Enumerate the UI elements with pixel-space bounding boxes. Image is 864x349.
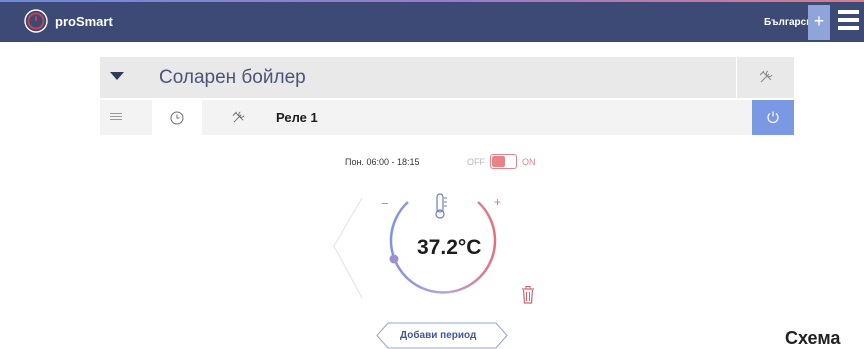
schedule-period: Пон. 06:00 - 18:15 [345, 157, 420, 167]
decrease-button: − [381, 196, 389, 211]
relay-label: Реле 1 [276, 110, 318, 125]
toggle-off-label: OFF [467, 157, 485, 167]
add-period-label: Добави период [400, 330, 477, 341]
device-settings-button[interactable] [736, 57, 794, 98]
caption: Схема [785, 328, 841, 348]
tools-icon[interactable] [231, 110, 246, 125]
device-header: Соларен бойлер [100, 57, 794, 98]
caret-down-icon[interactable] [110, 72, 124, 80]
dial-left-chevron [333, 197, 363, 299]
dial-knob [389, 254, 399, 264]
list-icon[interactable] [110, 113, 122, 122]
power-icon [767, 111, 779, 124]
schedule-toggle[interactable] [490, 154, 517, 169]
top-navigation-bar: proSmart Български + [0, 0, 864, 42]
increase-button: + [494, 195, 501, 209]
tools-icon [759, 70, 773, 83]
device-name: Соларен бойлер [159, 67, 306, 88]
brand-name: proSmart [55, 14, 113, 29]
tab-schedule[interactable] [152, 100, 202, 135]
power-ring-icon[interactable] [24, 9, 48, 33]
add-device-button[interactable]: + [808, 5, 830, 40]
temperature-readout: 37.2°C [417, 236, 482, 259]
toggle-knob [492, 156, 505, 167]
clock-icon [170, 111, 184, 125]
thermometer-icon [435, 193, 447, 219]
relay-power-button[interactable] [752, 100, 794, 135]
relay-row: Реле 1 [100, 100, 794, 135]
toggle-on-label: ON [522, 157, 536, 167]
trash-icon[interactable] [521, 286, 535, 304]
hamburger-icon[interactable] [838, 10, 859, 32]
